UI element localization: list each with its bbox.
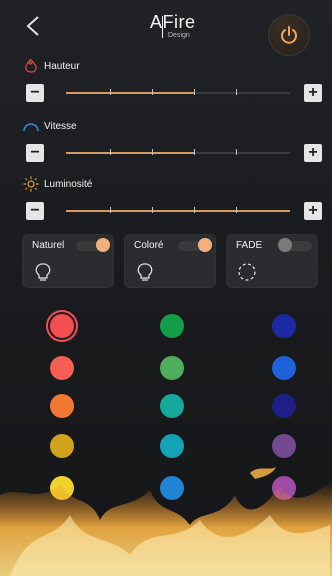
mode-card-naturel[interactable]: Naturel [22, 234, 114, 288]
slider-tick [152, 149, 153, 155]
color-swatch[interactable] [160, 314, 184, 338]
mode-label: FADE [236, 240, 263, 251]
slider-luminosite[interactable]: − + [22, 202, 322, 222]
color-swatch[interactable] [272, 314, 296, 338]
slider-hauteur[interactable]: − + [22, 84, 322, 104]
slider-tick [194, 149, 195, 155]
slider-tick [194, 89, 195, 95]
flames-decoration [0, 467, 332, 576]
color-swatch[interactable] [50, 434, 74, 458]
back-arrow-icon[interactable] [24, 14, 42, 38]
increase-button[interactable]: + [304, 84, 322, 102]
mode-card-fade[interactable]: FADE [226, 234, 318, 288]
slider-tick [152, 89, 153, 95]
color-swatch[interactable] [272, 356, 296, 380]
naturel-toggle[interactable] [76, 238, 110, 252]
slider-label: Vitesse [44, 120, 77, 132]
flame-icon [25, 58, 37, 73]
increase-button[interactable]: + [304, 202, 322, 220]
bulb-icon [35, 263, 51, 281]
label-luminosite: Luminosité [22, 176, 92, 192]
sun-icon [23, 176, 39, 192]
decrease-button[interactable]: − [26, 84, 44, 102]
color-swatch[interactable] [272, 434, 296, 458]
slider-label: Luminosité [44, 178, 93, 190]
slider-fill [66, 152, 194, 154]
slider-fill [66, 210, 290, 212]
slider-tick [236, 149, 237, 155]
color-swatch[interactable] [50, 314, 74, 338]
speed-gauge-icon [23, 123, 39, 132]
color-swatch[interactable] [272, 394, 296, 418]
slider-tick [236, 89, 237, 95]
slider-tick [194, 207, 195, 213]
decrease-button[interactable]: − [26, 144, 44, 162]
color-swatch[interactable] [160, 394, 184, 418]
slider-tick [152, 207, 153, 213]
increase-button[interactable]: + [304, 144, 322, 162]
slider-vitesse[interactable]: − + [22, 144, 322, 164]
mode-label: Naturel [32, 240, 65, 251]
slider-fill [66, 92, 194, 94]
slider-track[interactable] [66, 207, 290, 213]
app-screen: AFire Design Hauteur − + Vitesse − + Lum… [0, 0, 332, 576]
label-hauteur: Hauteur [22, 58, 80, 74]
slider-track[interactable] [66, 149, 290, 155]
bulb-icon [137, 263, 153, 281]
slider-tick [110, 89, 111, 95]
slider-tick [236, 207, 237, 213]
power-icon [281, 26, 297, 44]
mode-card-colore[interactable]: Coloré [124, 234, 216, 288]
logo-subtitle: Design [168, 32, 190, 39]
logo-title: AFire [150, 12, 196, 32]
mode-label: Coloré [134, 240, 164, 251]
color-swatch[interactable] [160, 434, 184, 458]
power-button[interactable] [268, 14, 310, 56]
slider-tick [110, 149, 111, 155]
toggle-knob [96, 238, 110, 252]
slider-label: Hauteur [44, 60, 80, 72]
logo-divider [162, 16, 163, 38]
color-swatch[interactable] [160, 356, 184, 380]
toggle-knob [278, 238, 292, 252]
decrease-button[interactable]: − [26, 202, 44, 220]
slider-tick [110, 207, 111, 213]
color-swatch[interactable] [50, 394, 74, 418]
color-swatch[interactable] [50, 356, 74, 380]
slider-track[interactable] [66, 89, 290, 95]
dashed-circle-icon [238, 263, 256, 281]
app-logo: AFire Design [150, 12, 196, 42]
label-vitesse: Vitesse [22, 118, 77, 134]
fade-toggle[interactable] [278, 238, 312, 252]
colore-toggle[interactable] [178, 238, 212, 252]
top-bar: AFire Design [0, 0, 332, 56]
toggle-knob [198, 238, 212, 252]
